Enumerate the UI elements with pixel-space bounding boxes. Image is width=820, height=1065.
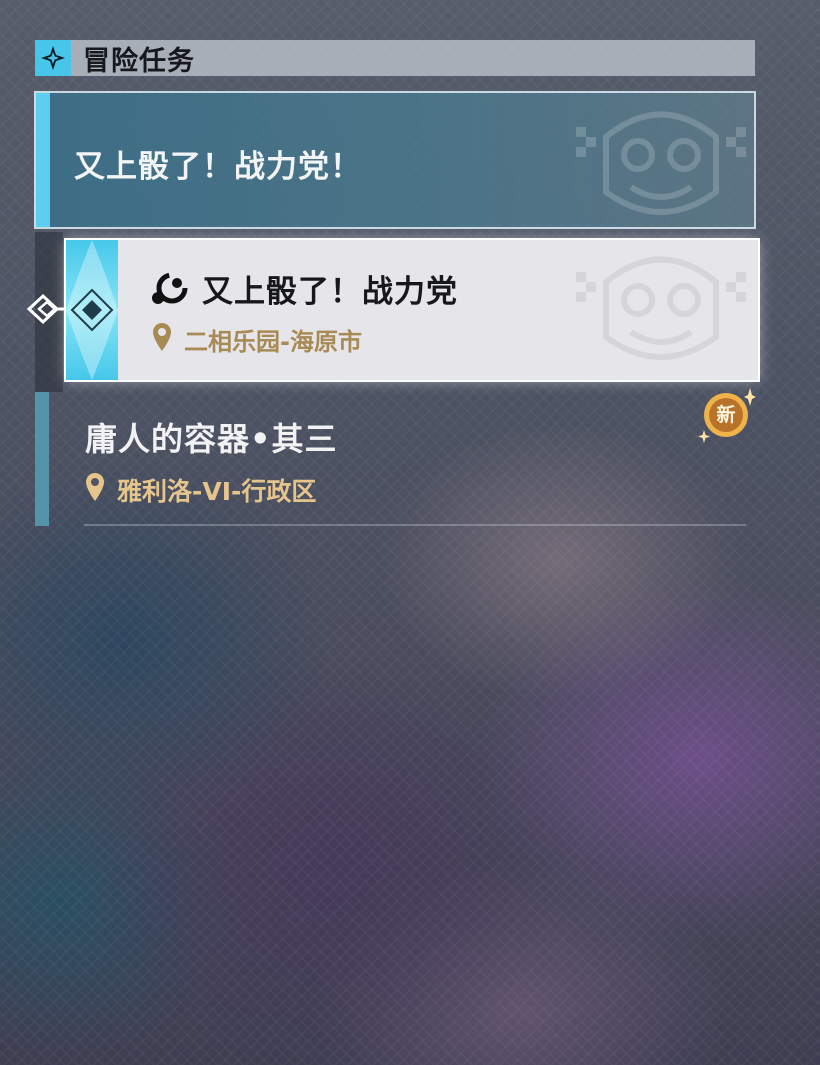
quest-location: 二相乐园-海原市: [184, 328, 362, 356]
selection-cursor-icon: [26, 293, 67, 325]
quest-location: 雅利洛-VI-行政区: [117, 477, 317, 506]
diamond-gem-icon: [66, 240, 118, 380]
quest-group-title: 又上骰了！战力党！: [74, 149, 362, 185]
quest-item[interactable]: 庸人的容器•其三 雅利洛-VI-行政区: [35, 392, 755, 526]
section-header: 冒险任务: [35, 40, 755, 77]
sparkle-star-icon: [35, 40, 71, 76]
quest-item-selected[interactable]: 又上骰了！战力党 二相乐园-海原市: [66, 240, 758, 380]
quest-group-card[interactable]: 又上骰了！战力党！: [34, 91, 756, 229]
location-pin-icon: [86, 473, 104, 501]
mascot-emblem-icon: [576, 256, 746, 360]
group-accent-bar: [36, 93, 50, 227]
mascot-emblem-icon: [576, 111, 746, 215]
quest-title: 又上骰了！战力党: [202, 274, 458, 310]
section-title: 冒险任务: [83, 45, 195, 77]
quest-title: 庸人的容器•其三: [85, 420, 338, 458]
new-badge-label: 新: [716, 404, 736, 426]
list-divider: [84, 524, 746, 526]
quest-accent-bar: [35, 392, 49, 526]
quest-gem-strip: [66, 240, 118, 380]
commission-icon: [152, 272, 188, 304]
location-pin-icon: [153, 323, 171, 351]
